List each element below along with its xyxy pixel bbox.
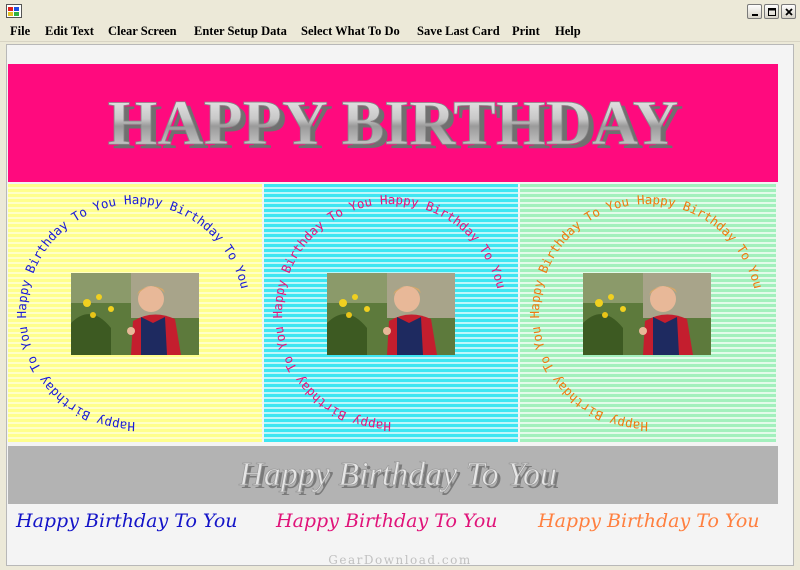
child-photo bbox=[327, 273, 455, 355]
watermark: GearDownload.com bbox=[328, 553, 472, 567]
menu-save-last-card[interactable]: Save Last Card bbox=[417, 24, 500, 40]
greeting-text: Happy Birthday To You bbox=[238, 456, 557, 493]
child-photo bbox=[71, 273, 199, 355]
menu-print[interactable]: Print bbox=[512, 24, 540, 40]
app-window: File Edit Text Clear Screen Enter Setup … bbox=[0, 0, 800, 570]
maximize-icon bbox=[768, 8, 776, 16]
headline-banner: HAPPY BIRTHDAY HAPPY BIRTHDAY bbox=[8, 64, 778, 182]
menu-clear-screen[interactable]: Clear Screen bbox=[108, 24, 177, 40]
close-icon bbox=[785, 8, 793, 16]
script-greeting-blue: Happy Birthday To You bbox=[16, 510, 238, 532]
headline-text: HAPPY BIRTHDAY bbox=[108, 87, 679, 158]
minimize-button[interactable] bbox=[747, 4, 762, 19]
greeting-banner: Happy Birthday To You Happy Birthday To … bbox=[8, 446, 778, 504]
photo-icon bbox=[327, 273, 455, 355]
script-greeting-orange: Happy Birthday To You bbox=[538, 510, 760, 532]
menu-file[interactable]: File bbox=[10, 24, 30, 40]
menu-help[interactable]: Help bbox=[555, 24, 581, 40]
menu-edit-text[interactable]: Edit Text bbox=[45, 24, 94, 40]
photo-icon bbox=[583, 273, 711, 355]
child-photo bbox=[583, 273, 711, 355]
photo-panel-cyan: Happy Birthday To You Happy Birthday To … bbox=[264, 184, 518, 442]
minimize-icon bbox=[752, 14, 758, 16]
photo-panel-yellow: Happy Birthday To You Happy Birthday To … bbox=[8, 184, 262, 442]
photo-panel-green: Happy Birthday To You Happy Birthday To … bbox=[520, 184, 776, 442]
maximize-button[interactable] bbox=[764, 4, 779, 19]
close-button[interactable] bbox=[781, 4, 796, 19]
menu-select-what-to-do[interactable]: Select What To Do bbox=[301, 24, 400, 40]
menu-bar: File Edit Text Clear Screen Enter Setup … bbox=[0, 22, 800, 42]
menu-enter-setup-data[interactable]: Enter Setup Data bbox=[194, 24, 287, 40]
script-greeting-pink: Happy Birthday To You bbox=[276, 510, 498, 532]
photo-icon bbox=[71, 273, 199, 355]
title-bar[interactable] bbox=[0, 0, 800, 22]
app-icon bbox=[6, 4, 22, 18]
